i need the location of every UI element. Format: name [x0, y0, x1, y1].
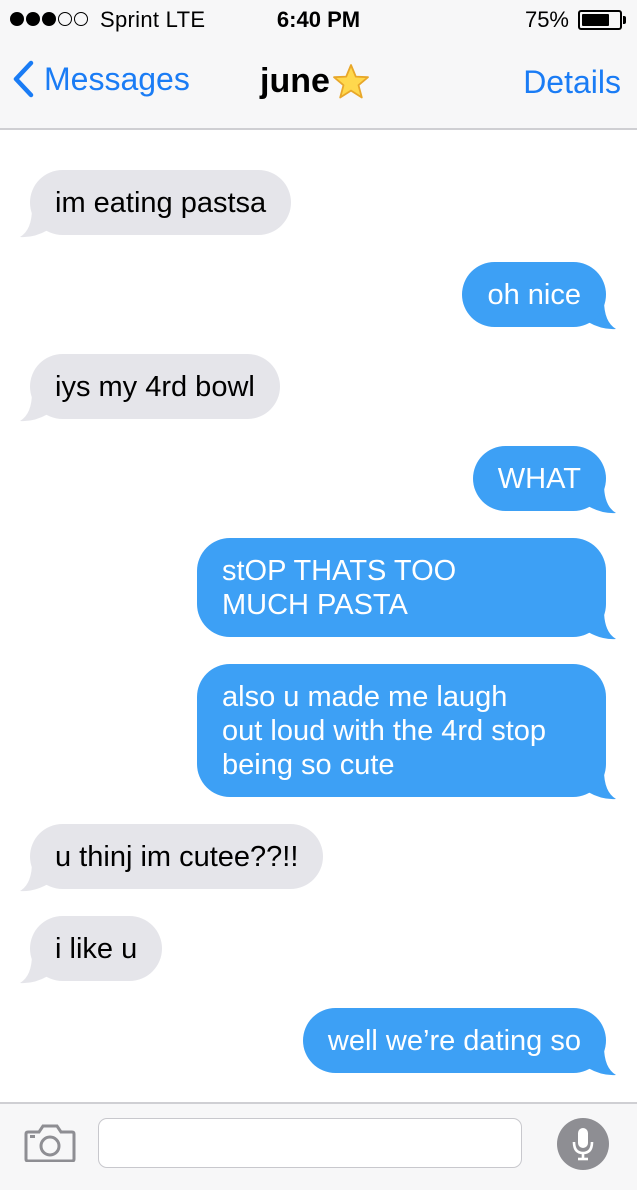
battery-percent: 75% — [524, 7, 569, 32]
status-bar: Sprint LTE 6:40 PM 75% — [0, 0, 637, 40]
message-text-field[interactable] — [98, 1118, 522, 1168]
camera-button[interactable] — [24, 1124, 76, 1167]
message-bubble-outgoing[interactable]: also u made me laugh out loud with the 4… — [197, 664, 606, 797]
message-bubble-incoming[interactable]: iys my 4rd bowl — [30, 354, 280, 419]
message-bubble-outgoing[interactable]: WHAT — [472, 446, 606, 511]
battery-icon — [578, 10, 626, 30]
message-bubble-incoming[interactable]: u thinj im cutee??!! — [30, 824, 324, 889]
microphone-icon — [572, 1128, 594, 1161]
message-bubble-incoming[interactable]: im eating pastsa — [30, 170, 292, 235]
camera-icon — [24, 1124, 76, 1163]
message-bubble-incoming[interactable]: i like u — [30, 916, 163, 981]
message-bubble-outgoing[interactable]: well we’re dating so — [302, 1008, 606, 1073]
back-button[interactable]: Messages — [12, 60, 190, 98]
conversation-title[interactable]: june — [260, 62, 370, 101]
back-button-label: Messages — [44, 60, 190, 97]
top-bar: Sprint LTE 6:40 PM 75% Messages june Det… — [0, 0, 637, 130]
navigation-bar: Messages june Details — [0, 40, 637, 128]
details-button[interactable]: Details — [523, 64, 621, 101]
microphone-button[interactable] — [557, 1118, 609, 1170]
message-bubble-outgoing[interactable]: stOP THATS TOO MUCH PASTA — [197, 538, 606, 637]
star-emoji-icon — [333, 63, 369, 98]
message-bubble-outgoing[interactable]: oh nice — [462, 262, 606, 327]
chevron-left-icon — [13, 60, 34, 98]
contact-name: june — [260, 62, 330, 100]
message-input-bar — [0, 1102, 637, 1190]
